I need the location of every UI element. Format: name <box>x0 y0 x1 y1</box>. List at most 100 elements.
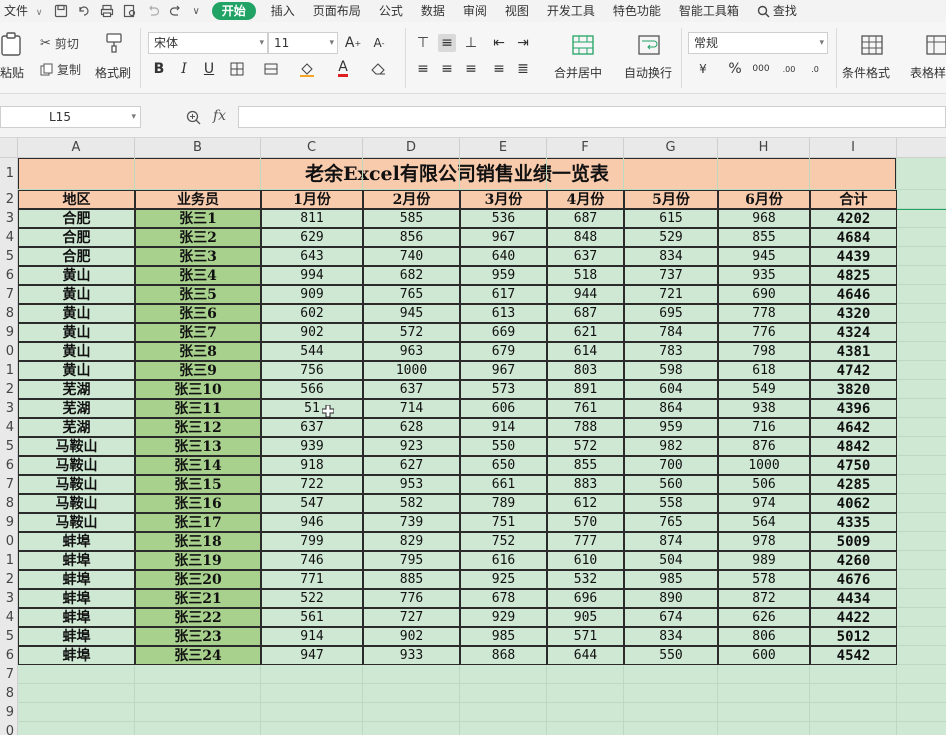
month-value-cell[interactable]: 617 <box>460 285 547 304</box>
row-header[interactable]: 4 <box>6 228 14 247</box>
region-cell[interactable]: 黄山 <box>18 323 135 342</box>
month-value-cell[interactable]: 923 <box>363 437 460 456</box>
month-value-cell[interactable]: 626 <box>718 608 810 627</box>
month-value-cell[interactable]: 644 <box>547 646 624 665</box>
align-middle-button[interactable]: ≡ <box>438 34 456 52</box>
row-header[interactable]: 7 <box>6 285 14 304</box>
month-value-cell[interactable]: 573 <box>460 380 547 399</box>
total-cell[interactable]: 4202 <box>810 209 897 228</box>
month-value-cell[interactable]: 890 <box>624 589 718 608</box>
month-value-cell[interactable]: 640 <box>460 247 547 266</box>
month-value-cell[interactable]: 848 <box>547 228 624 247</box>
month-value-cell[interactable]: 613 <box>460 304 547 323</box>
month-value-cell[interactable]: 714 <box>363 399 460 418</box>
header-cell[interactable]: 3月份 <box>460 190 547 209</box>
header-cell[interactable]: 地区 <box>18 190 135 209</box>
header-cell[interactable]: 业务员 <box>135 190 261 209</box>
month-value-cell[interactable]: 740 <box>363 247 460 266</box>
month-value-cell[interactable]: 578 <box>718 570 810 589</box>
conditional-format-button[interactable] <box>858 32 886 58</box>
zoom-icon[interactable] <box>186 110 201 125</box>
month-value-cell[interactable]: 978 <box>718 532 810 551</box>
salesperson-cell[interactable]: 张三7 <box>135 323 261 342</box>
search-button[interactable]: 查找 <box>748 0 806 22</box>
month-value-cell[interactable]: 885 <box>363 570 460 589</box>
month-value-cell[interactable]: 682 <box>363 266 460 285</box>
month-value-cell[interactable]: 643 <box>261 247 363 266</box>
month-value-cell[interactable]: 989 <box>718 551 810 570</box>
month-value-cell[interactable]: 939 <box>261 437 363 456</box>
total-cell[interactable]: 4285 <box>810 475 897 494</box>
salesperson-cell[interactable]: 张三16 <box>135 494 261 513</box>
row-header[interactable]: 9 <box>6 703 14 722</box>
row-header[interactable]: 5 <box>6 437 14 456</box>
region-cell[interactable]: 合肥 <box>18 209 135 228</box>
copy-button[interactable]: 复制 <box>40 60 88 78</box>
region-cell[interactable]: 蚌埠 <box>18 532 135 551</box>
total-cell[interactable]: 4335 <box>810 513 897 532</box>
format-painter-button[interactable] <box>96 30 132 56</box>
salesperson-cell[interactable]: 张三14 <box>135 456 261 475</box>
month-value-cell[interactable]: 529 <box>624 228 718 247</box>
month-value-cell[interactable]: 918 <box>261 456 363 475</box>
row-header[interactable]: 9 <box>6 323 14 342</box>
total-cell[interactable]: 4381 <box>810 342 897 361</box>
month-value-cell[interactable]: 947 <box>261 646 363 665</box>
salesperson-cell[interactable]: 张三17 <box>135 513 261 532</box>
month-value-cell[interactable]: 751 <box>460 513 547 532</box>
month-value-cell[interactable]: 637 <box>261 418 363 437</box>
month-value-cell[interactable]: 929 <box>460 608 547 627</box>
column-header-g[interactable]: G <box>624 138 718 158</box>
row-header[interactable]: 5 <box>6 247 14 266</box>
month-value-cell[interactable]: 628 <box>363 418 460 437</box>
tab-data[interactable]: 数据 <box>412 0 454 22</box>
region-cell[interactable]: 合肥 <box>18 228 135 247</box>
total-cell[interactable]: 4439 <box>810 247 897 266</box>
month-value-cell[interactable]: 968 <box>718 209 810 228</box>
month-value-cell[interactable]: 752 <box>460 532 547 551</box>
month-value-cell[interactable]: 618 <box>718 361 810 380</box>
month-value-cell[interactable]: 925 <box>460 570 547 589</box>
redo-icon[interactable] <box>169 4 183 18</box>
region-cell[interactable]: 马鞍山 <box>18 475 135 494</box>
salesperson-cell[interactable]: 张三12 <box>135 418 261 437</box>
month-value-cell[interactable]: 776 <box>718 323 810 342</box>
total-cell[interactable]: 5009 <box>810 532 897 551</box>
month-value-cell[interactable]: 1000 <box>718 456 810 475</box>
month-value-cell[interactable]: 612 <box>547 494 624 513</box>
month-value-cell[interactable]: 914 <box>460 418 547 437</box>
column-header-h[interactable]: H <box>718 138 810 158</box>
column-header-f[interactable]: F <box>547 138 624 158</box>
month-value-cell[interactable]: 536 <box>460 209 547 228</box>
total-cell[interactable]: 4422 <box>810 608 897 627</box>
region-cell[interactable]: 马鞍山 <box>18 456 135 475</box>
total-cell[interactable]: 4684 <box>810 228 897 247</box>
column-header-b[interactable]: B <box>135 138 261 158</box>
align-bottom-button[interactable]: ⊥ <box>462 34 480 52</box>
table-title[interactable]: 老余Excel有限公司销售业绩一览表 <box>18 158 896 190</box>
row-header[interactable]: 3 <box>6 589 14 608</box>
month-value-cell[interactable]: 933 <box>363 646 460 665</box>
month-value-cell[interactable]: 561 <box>261 608 363 627</box>
salesperson-cell[interactable]: 张三23 <box>135 627 261 646</box>
salesperson-cell[interactable]: 张三13 <box>135 437 261 456</box>
month-value-cell[interactable]: 637 <box>363 380 460 399</box>
month-value-cell[interactable]: 746 <box>261 551 363 570</box>
file-menu[interactable]: 文件 ∨ <box>0 0 46 22</box>
paste-button[interactable] <box>0 30 26 58</box>
total-cell[interactable]: 4642 <box>810 418 897 437</box>
month-value-cell[interactable]: 783 <box>624 342 718 361</box>
month-value-cell[interactable]: 598 <box>624 361 718 380</box>
month-value-cell[interactable]: 616 <box>460 551 547 570</box>
percent-button[interactable]: % <box>726 60 744 78</box>
month-value-cell[interactable]: 700 <box>624 456 718 475</box>
month-value-cell[interactable]: 798 <box>718 342 810 361</box>
cut-button[interactable]: ✂ 剪切 <box>40 34 88 52</box>
month-value-cell[interactable]: 765 <box>624 513 718 532</box>
month-value-cell[interactable]: 627 <box>363 456 460 475</box>
row-header[interactable]: 2 <box>6 570 14 589</box>
total-cell[interactable]: 4842 <box>810 437 897 456</box>
row-header[interactable]: 7 <box>6 665 14 684</box>
undo-icon[interactable] <box>146 4 160 18</box>
salesperson-cell[interactable]: 张三10 <box>135 380 261 399</box>
